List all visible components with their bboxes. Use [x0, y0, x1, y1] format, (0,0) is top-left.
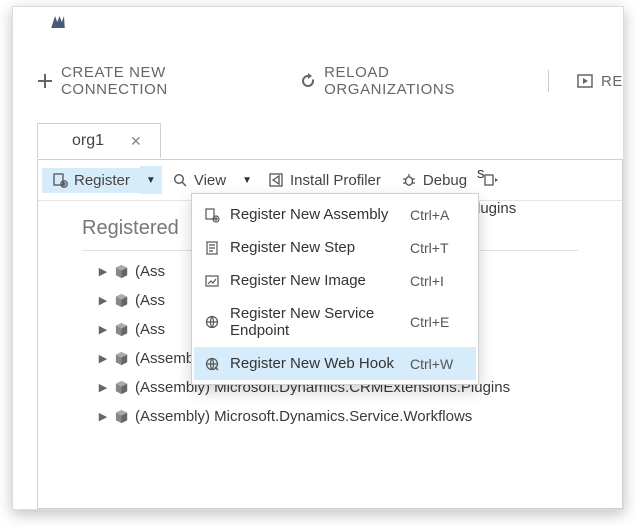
register-label: Register — [74, 172, 130, 189]
view-label: View — [194, 172, 226, 189]
menu-item-icon — [204, 314, 220, 330]
menu-item-label: Register New Service Endpoint — [230, 305, 400, 339]
register-button[interactable]: Register — [42, 168, 140, 193]
plus-icon — [37, 73, 53, 89]
register-icon — [52, 172, 68, 188]
assembly-icon — [114, 380, 129, 395]
tree-node-label: (Ass — [135, 292, 165, 309]
expand-icon[interactable]: ▶ — [98, 381, 108, 394]
install-profiler-label: Install Profiler — [290, 172, 381, 189]
menu-item-register-new-service-endpoint[interactable]: Register New Service Endpoint Ctrl+E — [194, 297, 476, 347]
assembly-icon — [114, 322, 129, 337]
expand-icon[interactable]: ▶ — [98, 265, 108, 278]
tree-node[interactable]: ▶ (Assembly) Microsoft.Dynamics.Service.W… — [38, 402, 622, 431]
expand-icon[interactable]: ▶ — [98, 323, 108, 336]
menu-item-register-new-step[interactable]: Register New Step Ctrl+T — [194, 231, 476, 264]
expand-icon[interactable]: ▶ — [98, 352, 108, 365]
create-new-connection-button[interactable]: CREATE NEW CONNECTION — [37, 64, 272, 98]
bug-icon — [401, 172, 417, 188]
register-dropdown-toggle[interactable]: ▼ — [140, 166, 162, 194]
menu-item-shortcut: Ctrl+E — [410, 314, 466, 330]
dynamics-logo-icon — [49, 13, 67, 31]
close-icon[interactable]: ✕ — [130, 133, 142, 150]
tab-title: org1 — [72, 132, 104, 150]
menu-item-icon — [204, 207, 220, 223]
menu-item-register-new-assembly[interactable]: Register New Assembly Ctrl+A — [194, 198, 476, 231]
menu-item-register-new-image[interactable]: Register New Image Ctrl+I — [194, 264, 476, 297]
view-button[interactable]: View — [162, 168, 236, 193]
install-icon — [268, 172, 284, 188]
tree-node-label: (Assembly) Microsoft.Dynamics.Service.Wo… — [135, 408, 472, 425]
view-dropdown-toggle[interactable]: ▼ — [236, 171, 258, 190]
register-dropdown-menu: Register New AssemblyCtrl+ARegister New … — [191, 193, 479, 385]
install-profiler-button[interactable]: Install Profiler — [258, 168, 391, 193]
menu-item-shortcut: Ctrl+W — [410, 356, 466, 372]
main-toolbar: CREATE NEW CONNECTION RELOAD ORGANIZATIO… — [37, 63, 623, 99]
assembly-icon — [114, 351, 129, 366]
debug-button[interactable]: Debug — [391, 168, 477, 193]
expand-icon[interactable]: ▶ — [98, 294, 108, 307]
assembly-icon — [114, 409, 129, 424]
toolbar-separator — [548, 70, 549, 92]
reload-organizations-label: RELOAD ORGANIZATIONS — [324, 64, 520, 98]
expand-icon[interactable]: ▶ — [98, 410, 108, 423]
replay-label: RE — [601, 73, 623, 90]
menu-item-label: Register New Assembly — [230, 206, 400, 223]
overflow-icon — [483, 172, 499, 188]
menu-item-icon — [204, 356, 220, 372]
debug-label: Debug — [423, 172, 467, 189]
menu-item-label: Register New Image — [230, 272, 400, 289]
menu-item-shortcut: Ctrl+I — [410, 273, 466, 289]
reload-icon — [300, 73, 316, 89]
tab-org1[interactable]: org1 ✕ — [37, 123, 161, 158]
menu-item-shortcut: Ctrl+T — [410, 240, 466, 256]
menu-item-icon — [204, 273, 220, 289]
chevron-down-icon: ▼ — [146, 175, 156, 186]
occluded-text: s — [477, 165, 485, 182]
tree-node-label: (Ass — [135, 321, 165, 338]
chevron-down-icon: ▼ — [242, 175, 252, 186]
search-icon — [172, 172, 188, 188]
create-new-connection-label: CREATE NEW CONNECTION — [61, 64, 272, 98]
occluded-text: lugins — [477, 200, 516, 217]
replay-button-truncated[interactable]: RE — [577, 73, 623, 90]
tree-node-label: (Ass — [135, 263, 165, 280]
menu-item-label: Register New Step — [230, 239, 400, 256]
assembly-icon — [114, 264, 129, 279]
menu-item-register-new-web-hook[interactable]: Register New Web Hook Ctrl+W — [194, 347, 476, 380]
play-icon — [577, 73, 593, 89]
menu-item-icon — [204, 240, 220, 256]
menu-item-label: Register New Web Hook — [230, 355, 400, 372]
reload-organizations-button[interactable]: RELOAD ORGANIZATIONS — [300, 64, 520, 98]
menu-item-shortcut: Ctrl+A — [410, 207, 466, 223]
assembly-icon — [114, 293, 129, 308]
